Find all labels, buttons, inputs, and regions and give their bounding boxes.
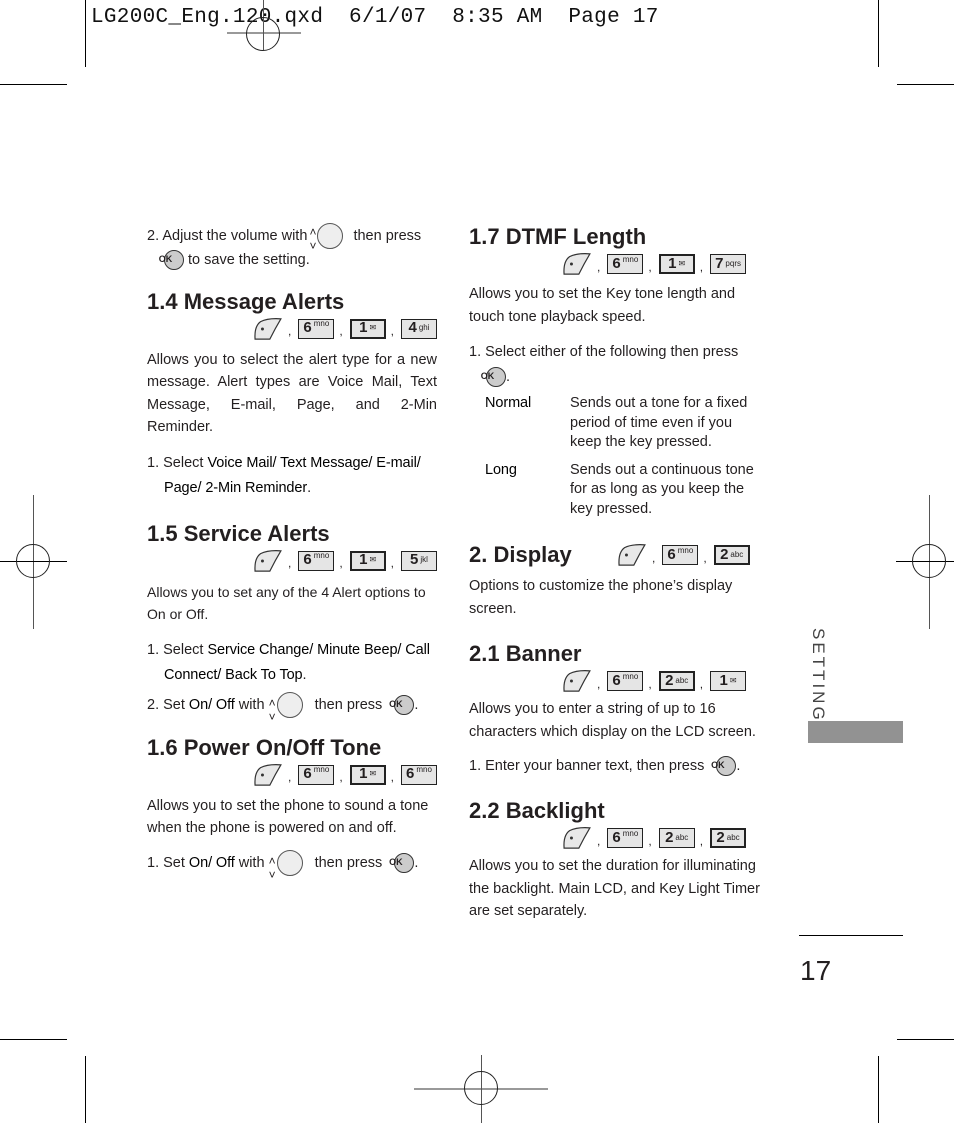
key-6-icon: 6 mno (298, 318, 335, 339)
key-1-icon: 1 ✉ (349, 550, 386, 571)
section-title: 1.4 Message Alerts (147, 288, 345, 314)
key-6-icon: 6 mno (662, 545, 699, 565)
section-title: 2.2 Backlight (469, 798, 605, 823)
key-sequence: , 6 mno, 2 abc (617, 542, 750, 568)
key-2-icon: 2 abc (710, 828, 747, 848)
step-item: 1. Select either of the following then p… (469, 340, 764, 390)
left-column: 2. Adjust the volume with then press OK … (147, 223, 437, 876)
navigation-key-icon (276, 691, 303, 718)
step-item: 1. Set On/ Off with then press OK. (147, 849, 437, 876)
key-7-icon: 7 pqrs (710, 254, 747, 274)
key-sequence: , 6 mno, 1 ✉, 7 pqrs (469, 251, 764, 277)
crop-mark (85, 0, 86, 67)
key-1-icon: 1 ✉ (349, 764, 386, 785)
key-6-icon: 6 mno (607, 671, 644, 691)
page-number-rule (799, 935, 903, 936)
section-description: Allows you to select the alert type for … (147, 351, 437, 436)
ok-key-icon: OK (481, 367, 506, 388)
left-softkey-icon (253, 763, 283, 787)
ok-key-icon: OK (159, 250, 184, 271)
key-2-icon: 2 abc (658, 671, 695, 691)
crop-mark (878, 1056, 879, 1123)
section-title: 1.7 DTMF Length (469, 224, 647, 249)
crop-mark (0, 84, 67, 85)
crop-mark (0, 1039, 67, 1040)
key-2-icon: 2 abc (658, 828, 695, 848)
section-description: Allows you to set the Key tone length an… (469, 286, 736, 325)
registration-mark-icon (464, 1071, 498, 1105)
left-softkey-icon (617, 543, 647, 567)
key-1-icon: 1 ✉ (349, 318, 386, 339)
right-column: 1.7 DTMF Length , 6 mno, 1 ✉, 7 pqrs Allows… (469, 223, 764, 923)
left-softkey-icon (562, 826, 592, 850)
crop-mark (897, 84, 954, 85)
key-6-icon: 6 mno (298, 764, 335, 785)
print-slug: LG200C_Eng.120.qxd 6/1/07 8:35 AM Page 1… (91, 6, 659, 29)
section-description: Allows you to enter a string of up to 16… (469, 701, 756, 740)
section-description: Allows you to set the phone to sound a t… (147, 797, 429, 837)
key-6-icon: 6 mno (298, 550, 335, 571)
section-description: Allows you to set any of the 4 Alert opt… (147, 583, 426, 623)
volume-step: 2. Adjust the volume with then press OK … (147, 223, 437, 272)
key-sequence: , 6 mno, 2 abc, 1 ✉ (469, 668, 764, 694)
ok-key-icon: OK (389, 694, 415, 715)
crop-mark (878, 0, 879, 67)
section-title: 1.6 Power On/Off Tone (147, 734, 382, 760)
section-title: 2.1 Banner (469, 641, 582, 666)
section-description: Allows you to set the duration for illum… (469, 858, 760, 919)
key-sequence: , 6 mno, 1 ✉, 5 jkl (147, 548, 437, 574)
key-6-icon: 6 mno (607, 254, 644, 274)
section-title: 2. Display (469, 542, 572, 567)
navigation-key-icon (276, 849, 303, 876)
key-4-icon: 4 ghi (401, 318, 437, 339)
left-softkey-icon (253, 317, 283, 341)
key-5-icon: 5 jkl (401, 550, 437, 571)
registration-mark-icon (16, 544, 50, 578)
step-item: 1. Select Service Change/ Minute Beep/ C… (147, 641, 430, 683)
left-softkey-icon (562, 252, 592, 276)
key-6-icon: 6 mno (401, 764, 437, 785)
section-header-row: 2. Display , 6 mno, 2 abc (469, 541, 764, 569)
ok-key-icon: OK (711, 756, 737, 777)
key-2-icon: 2 abc (713, 545, 750, 565)
key-1-icon: 1 ✉ (710, 671, 747, 691)
chapter-tab-bar (808, 721, 903, 743)
ok-key-icon: OK (389, 852, 415, 873)
section-title: 1.5 Service Alerts (147, 520, 330, 546)
key-sequence: , 6 mno, 1 ✉, 6 mno (147, 762, 437, 788)
option-row: Normal Sends out a tone for a fixed peri… (485, 395, 748, 450)
left-softkey-icon (253, 549, 283, 573)
key-sequence: , 6 mno, 1 ✉, 4 ghi (147, 316, 437, 342)
page-number: 17 (800, 955, 832, 986)
navigation-key-icon (317, 223, 344, 249)
step-item: 1. Enter your banner text, then press OK… (469, 753, 764, 779)
option-row: Long Sends out a continuous tone for as … (485, 461, 754, 517)
registration-mark-icon (246, 17, 280, 51)
step-item: 2. Set On/ Off with then press OK. (147, 691, 437, 718)
key-1-icon: 1 ✉ (658, 254, 695, 274)
key-sequence: , 6 mno, 2 abc, 2 abc (469, 825, 764, 851)
registration-mark-icon (912, 544, 946, 578)
step-item: 1. Select Voice Mail/ Text Message/ E-ma… (147, 454, 421, 496)
key-6-icon: 6 mno (607, 828, 644, 848)
left-softkey-icon (562, 669, 592, 693)
crop-mark (85, 1056, 86, 1123)
crop-mark (897, 1039, 954, 1040)
section-description: Options to customize the phone’s display… (469, 578, 733, 617)
